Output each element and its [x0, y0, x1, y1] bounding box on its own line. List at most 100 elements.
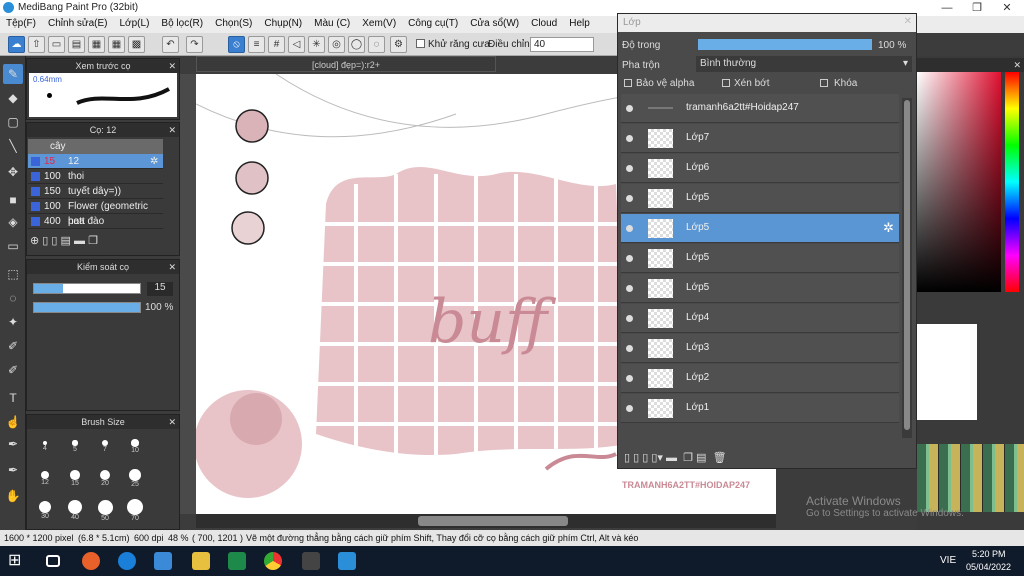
brush-size-option[interactable]: 70 — [121, 495, 149, 525]
layer-row[interactable]: Lớp6 — [621, 154, 899, 183]
menu-file[interactable]: Tệp(F) — [0, 16, 42, 29]
page-icon[interactable]: ▦ — [88, 36, 105, 53]
parallel-snap-icon[interactable]: ≡ — [248, 36, 265, 53]
cloud-icon[interactable]: ☁ — [8, 36, 25, 53]
layer-scrollbar-thumb[interactable] — [904, 100, 910, 430]
brush-size-option[interactable]: 50 — [91, 495, 119, 525]
edit-brush-icon[interactable]: ▤ — [61, 235, 71, 247]
brush-size-option[interactable]: 5 — [61, 431, 89, 461]
horizontal-scrollbar[interactable] — [196, 514, 776, 528]
brush-tool-icon[interactable]: ✎ — [3, 64, 23, 84]
dropper-tool-icon[interactable]: ✒ — [3, 434, 23, 454]
menu-cloud[interactable]: Cloud — [525, 16, 563, 29]
close-button[interactable]: ✕ — [992, 0, 1022, 16]
maximize-button[interactable]: ❐ — [962, 0, 992, 16]
new-brush-icon[interactable]: ▯ — [42, 235, 48, 247]
line-tool-icon[interactable]: ╲ — [3, 136, 23, 156]
visibility-eye-icon[interactable] — [626, 225, 633, 232]
panel-close-icon[interactable]: ✕ — [168, 59, 176, 73]
menu-snap[interactable]: Chụp(N) — [258, 16, 308, 29]
menu-layer[interactable]: Lớp(L) — [114, 16, 156, 29]
visibility-eye-icon[interactable] — [626, 255, 633, 262]
folder-icon[interactable]: ▬ — [666, 452, 677, 464]
dot-tool-icon[interactable]: ▢ — [3, 112, 23, 132]
antialias-checkbox[interactable] — [416, 39, 425, 48]
menu-view[interactable]: Xem(V) — [356, 16, 402, 29]
hue-slider[interactable] — [1005, 72, 1019, 292]
duplicate-brush-icon[interactable]: ▯ — [51, 235, 57, 247]
panel-close-icon[interactable]: ✕ — [168, 415, 176, 429]
lasso-tool-icon[interactable]: ◌ — [3, 288, 23, 308]
menu-help[interactable]: Help — [563, 16, 596, 29]
lock-checkbox[interactable] — [820, 79, 828, 87]
windows-start-icon[interactable]: ⊞ — [8, 552, 26, 570]
eyedropper-icon[interactable]: ✒ — [3, 460, 23, 480]
brush-item[interactable]: 100 thoi — [28, 169, 163, 184]
select-eraser-icon[interactable]: ✐ — [3, 360, 23, 380]
menu-filter[interactable]: Bộ lọc(R) — [155, 16, 209, 29]
layer-row[interactable]: Lớp7 — [621, 124, 899, 153]
brush-size-option[interactable]: 40 — [61, 495, 89, 525]
brush-item[interactable]: 150 tuyết dây=)) — [28, 184, 163, 199]
comment-icon[interactable]: ▭ — [48, 36, 65, 53]
select-tool-icon[interactable]: ⬚ — [3, 264, 23, 284]
clock-date[interactable]: 05/04/2022 — [966, 562, 1011, 572]
upload-icon[interactable]: ⇧ — [28, 36, 45, 53]
menu-select[interactable]: Chọn(S) — [209, 16, 258, 29]
color-palette-grid[interactable] — [917, 444, 1024, 512]
layer-row[interactable]: Lớp5 — [621, 274, 899, 303]
grid-icon[interactable]: ▩ — [128, 36, 145, 53]
layer-opacity-slider[interactable] — [698, 39, 872, 50]
redo-icon[interactable]: ↷ — [186, 36, 203, 53]
trash-icon[interactable]: 🗑 — [713, 452, 727, 464]
menu-edit[interactable]: Chỉnh sửa(E) — [42, 16, 114, 29]
panel-close-icon[interactable]: ✕ — [168, 260, 176, 274]
visibility-eye-icon[interactable] — [626, 105, 633, 112]
layer-row[interactable]: Lớp5 — [621, 184, 899, 213]
visibility-eye-icon[interactable] — [626, 405, 633, 412]
brush-item[interactable]: 400 hoa đào — [28, 214, 163, 229]
transfer-icon[interactable]: ▤ — [696, 452, 706, 464]
firefox-icon[interactable] — [82, 552, 100, 570]
visibility-eye-icon[interactable] — [626, 285, 633, 292]
add-brush-icon[interactable]: ⊕ — [30, 235, 39, 247]
settings-icon[interactable]: ⚙ — [390, 36, 407, 53]
layer-row[interactable]: Lớp1 — [621, 394, 899, 423]
brush-size-option[interactable]: 7 — [91, 431, 119, 461]
visibility-eye-icon[interactable] — [626, 195, 633, 202]
clipping-checkbox[interactable] — [722, 79, 730, 87]
folder-icon[interactable]: ▬ — [74, 235, 85, 247]
visibility-eye-icon[interactable] — [626, 135, 633, 142]
size-slider[interactable] — [33, 283, 141, 294]
protect-alpha-checkbox[interactable] — [624, 79, 632, 87]
curve-snap-icon[interactable]: ◌ — [368, 36, 385, 53]
eraser-tool-icon[interactable]: ◆ — [3, 88, 23, 108]
hand-tool-icon[interactable]: ✋ — [3, 486, 23, 506]
brush-group[interactable]: cây — [28, 139, 163, 154]
circle-snap-icon[interactable]: ◯ — [348, 36, 365, 53]
gear-icon[interactable]: ✲ — [150, 154, 158, 169]
opacity-slider[interactable] — [33, 302, 141, 313]
no-snap-icon[interactable]: ⦸ — [228, 36, 245, 53]
layer-scrollbar[interactable] — [902, 98, 912, 438]
scrollbar-thumb[interactable] — [418, 516, 568, 526]
layer-row[interactable]: Lớp4 — [621, 304, 899, 333]
brush-size-option[interactable]: 30 — [31, 495, 59, 525]
visibility-eye-icon[interactable] — [626, 315, 633, 322]
brush-item[interactable]: 15 12 ✲ — [28, 154, 163, 169]
grid-snap-icon[interactable]: # — [268, 36, 285, 53]
gradient-tool-icon[interactable]: ▭ — [3, 236, 23, 256]
add-layer-dropdown-icon[interactable]: ▯▾ — [651, 452, 663, 464]
layer-row[interactable]: tramanh6a2tt#Hoidap247 — [621, 94, 899, 123]
adjust-select[interactable]: 40 — [530, 37, 594, 52]
panel-close-icon[interactable]: ✕ — [1013, 58, 1021, 72]
brush-size-option[interactable]: 12 — [31, 463, 59, 493]
brush-size-option[interactable]: 10 — [121, 431, 149, 461]
store-icon[interactable] — [154, 552, 172, 570]
chat-icon[interactable]: ▤ — [68, 36, 85, 53]
clock-time[interactable]: 5:20 PM — [972, 549, 1006, 559]
brush-size-option[interactable]: 20 — [91, 463, 119, 493]
layer-row[interactable]: Lớp3 — [621, 334, 899, 363]
visibility-eye-icon[interactable] — [626, 165, 633, 172]
task-view-icon[interactable] — [46, 555, 60, 567]
